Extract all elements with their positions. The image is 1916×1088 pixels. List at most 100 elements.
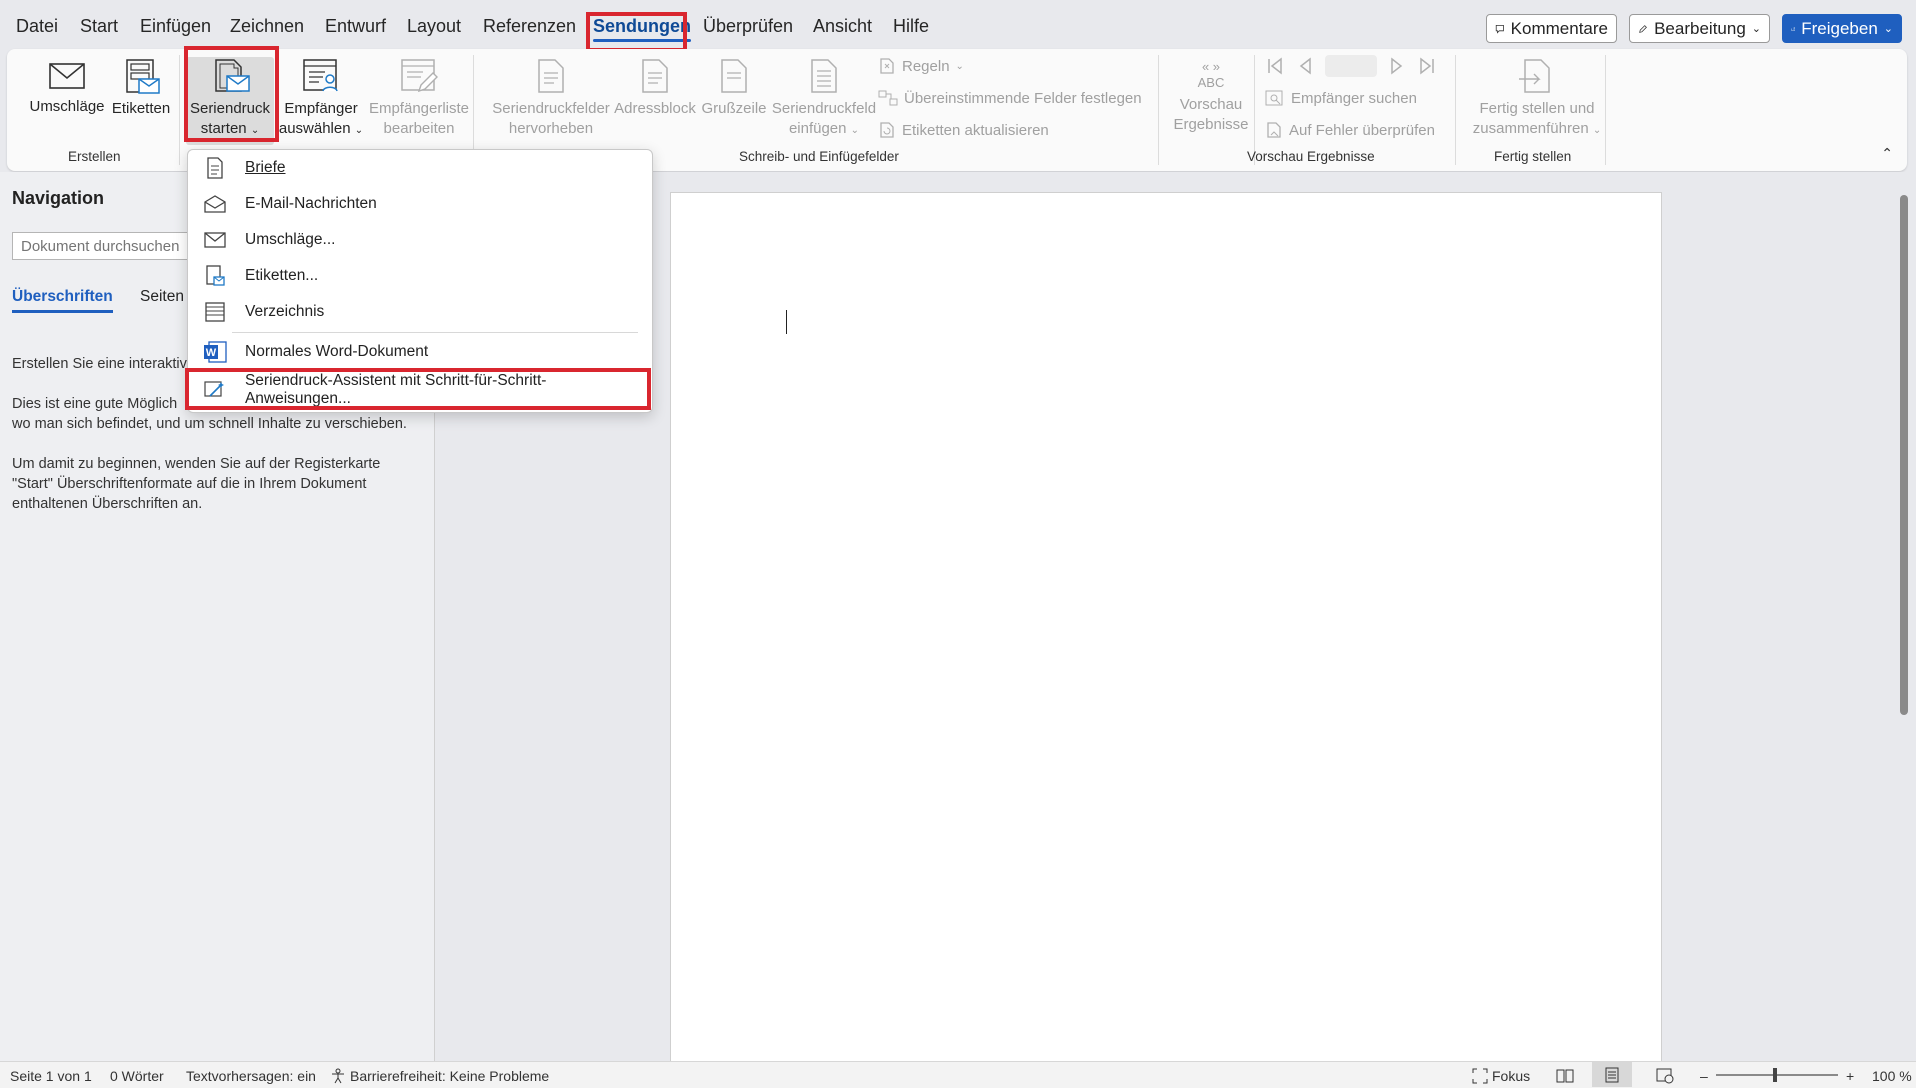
comments-label: Kommentare [1510,18,1608,38]
select-recipients-button[interactable]: Empfänger auswählen ⌄ [275,57,367,141]
first-record-icon[interactable] [1265,56,1285,76]
nav-hint-line2: wo man sich befindet, und um schnell Inh… [12,416,407,432]
menu-separator [232,370,638,371]
zoom-slider[interactable] [1716,1068,1838,1082]
menu-item-directory[interactable]: Verzeichnis [188,294,652,330]
share-icon [1791,26,1795,31]
group-separator [1455,55,1456,165]
status-bar: Seite 1 von 1 0 Wörter Textvorhersagen: … [0,1061,1916,1088]
comment-icon [1495,24,1504,34]
edit-recipient-list-button[interactable]: Empfängerliste bearbeiten [363,57,475,139]
menu-item-label: E-Mail-Nachrichten [245,195,377,212]
share-button[interactable]: Freigeben ⌄ [1782,14,1902,43]
word-count[interactable]: 0 Wörter [110,1068,164,1084]
menu-item-labels[interactable]: Etiketten... [188,258,652,294]
envelope-icon [49,63,85,89]
group-label-finish: Fertig stellen [1494,149,1572,164]
find-recipient-button[interactable]: Empfänger suchen [1265,89,1417,107]
group-label-preview: Vorschau Ergebnisse [1247,149,1375,164]
check-errors-label: Auf Fehler überprüfen [1289,121,1435,139]
comments-button[interactable]: Kommentare [1486,14,1617,43]
abc-preview-icon: « » ABC [1166,57,1256,95]
tab-ansicht[interactable]: Ansicht [813,16,872,37]
chevron-down-icon: ⌄ [250,125,260,136]
print-layout-icon[interactable] [1592,1062,1632,1087]
page-count[interactable]: Seite 1 von 1 [10,1068,92,1084]
read-mode-icon[interactable] [1556,1068,1574,1087]
insert-merge-field-button[interactable]: Seriendruckfeld einfügen ⌄ [764,57,884,141]
last-record-icon[interactable] [1417,56,1437,76]
menu-item-email[interactable]: E-Mail-Nachrichten [188,186,652,222]
tab-datei[interactable]: Datei [16,16,58,37]
collapse-ribbon-icon[interactable]: ⌃ [1881,145,1893,162]
accessibility-label: Barrierefreiheit: Keine Probleme [350,1068,550,1084]
share-label: Freigeben [1801,18,1878,38]
text-predictions-status[interactable]: Textvorhersagen: ein [186,1068,316,1084]
update-labels-icon [880,122,894,138]
address-block-label: Adressblock [614,100,696,117]
tab-entwurf[interactable]: Entwurf [325,16,386,37]
tab-einfuegen[interactable]: Einfügen [140,16,211,37]
zoom-slider-thumb[interactable] [1773,1068,1777,1082]
document-field-icon [538,59,564,93]
tab-zeichnen[interactable]: Zeichnen [230,16,304,37]
zoom-in-icon[interactable]: + [1846,1068,1854,1084]
match-fields-button[interactable]: Übereinstimmende Felder festlegen [878,89,1142,107]
chevron-down-icon: ⌄ [354,125,364,136]
tab-headings[interactable]: Überschriften [12,288,113,313]
previous-record-icon[interactable] [1295,56,1315,76]
rules-button[interactable]: Regeln ⌄ [878,57,964,75]
finish-line2: zusammenführen [1472,120,1589,137]
record-number-input[interactable] [1325,55,1377,77]
active-tab-underline [12,310,113,313]
highlight-merge-fields-button[interactable]: Seriendruckfelder hervorheben [482,57,620,139]
focus-icon [1472,1068,1488,1084]
finish-merge-button[interactable]: Fertig stellen und zusammenführen ⌄ [1463,57,1611,141]
directory-list-icon [202,301,228,323]
address-block-button[interactable]: Adressblock [611,57,699,119]
preview-results-button[interactable]: « » ABC Vorschau Ergebnisse [1166,57,1256,135]
document-page[interactable] [670,192,1662,1074]
labels-button[interactable]: Etiketten [105,57,177,119]
update-labels-button[interactable]: Etiketten aktualisieren [878,121,1049,139]
menu-item-normal-word-document[interactable]: W Normales Word-Dokument [188,334,652,370]
tab-hilfe[interactable]: Hilfe [893,16,929,37]
zoom-level[interactable]: 100 % [1872,1068,1912,1084]
find-recipient-icon [1265,90,1283,106]
insert-field-line1: Seriendruckfeld [771,100,877,117]
next-record-icon[interactable] [1387,56,1407,76]
envelopes-button[interactable]: Umschläge [22,59,112,117]
check-errors-icon [1267,122,1281,138]
highlight-fields-line2: hervorheben [508,120,594,137]
highlight-fields-line1: Seriendruckfelder [492,100,610,117]
svg-text:W: W [206,347,217,359]
tab-ueberpruefen[interactable]: Überprüfen [703,16,793,37]
tab-sendungen[interactable]: Sendungen [593,16,691,42]
menu-item-label: Etiketten... [245,267,319,284]
focus-mode-button[interactable]: Fokus [1472,1068,1530,1084]
menu-item-letters[interactable]: Briefe [188,150,652,186]
start-mail-merge-button[interactable]: Seriendruck starten ⌄ [186,57,274,145]
accessibility-status[interactable]: Barrierefreiheit: Keine Probleme [330,1068,549,1084]
vertical-scrollbar[interactable] [1900,195,1908,715]
start-merge-line2: starten [200,120,247,137]
greeting-line-button[interactable]: Grußzeile [695,57,773,119]
editing-mode-button[interactable]: Bearbeitung ⌄ [1629,14,1770,43]
insert-field-icon [811,59,837,93]
tab-referenzen[interactable]: Referenzen [483,16,576,37]
menu-item-mail-merge-wizard[interactable]: Seriendruck-Assistent mit Schritt-für-Sc… [188,372,652,408]
editing-label: Bearbeitung [1654,18,1746,38]
chevron-down-icon: ⌄ [955,60,964,72]
menu-item-envelopes[interactable]: Umschläge... [188,222,652,258]
tab-pages[interactable]: Seiten [140,288,184,306]
menu-item-label: Verzeichnis [245,303,325,320]
greeting-line-label: Grußzeile [701,100,767,117]
word-document-icon: W [202,341,228,363]
web-layout-icon[interactable] [1656,1068,1674,1087]
check-errors-button[interactable]: Auf Fehler überprüfen [1265,121,1435,139]
tab-layout[interactable]: Layout [407,16,461,37]
tab-start[interactable]: Start [80,16,118,37]
edit-list-line2: bearbeiten [383,120,455,137]
select-recipients-line1: Empfänger [284,100,358,117]
zoom-out-icon[interactable]: – [1700,1068,1708,1084]
